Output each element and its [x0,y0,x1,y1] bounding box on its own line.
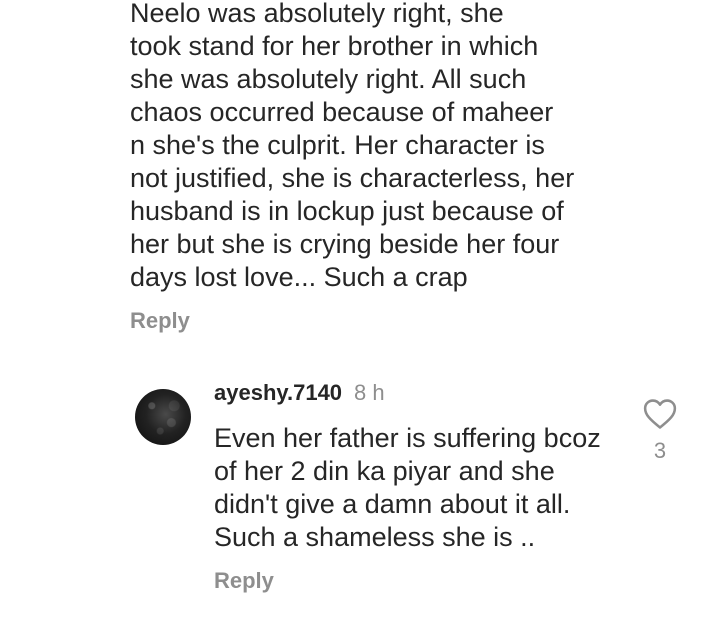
parent-comment-text: Neelo was absolutely right, she took sta… [130,0,600,294]
like-count: 3 [653,438,667,463]
parent-comment-line: she was absolutely right. All such [130,64,527,94]
reply-button[interactable]: Reply [214,568,274,594]
reply-comment-line: of her 2 din ka piyar and she [214,456,555,486]
reply-comment-line: didn't give a damn about it all. [214,489,571,519]
parent-comment-line: husband is in lockup just because of [130,196,564,226]
avatar[interactable] [135,389,191,445]
parent-comment-line: n she's the culprit. Her character is [130,130,545,160]
parent-comment-line: days lost love... Such a crap [130,262,468,292]
parent-comment-line: her but she is crying beside her four [130,229,560,259]
reply-header: ayeshy.7140 8 h [214,380,385,406]
parent-comment-line: Neelo was absolutely right, she [130,0,504,28]
parent-reply-button[interactable]: Reply [130,308,190,334]
parent-comment-line: took stand for her brother in which [130,31,539,61]
username-link[interactable]: ayeshy.7140 [214,380,342,406]
parent-comment-line: chaos occurred because of maheer [130,97,554,127]
reply-comment-line: Even her father is suffering bcoz [214,423,601,453]
reply-comment-line: Such a shameless she is .. [214,522,536,552]
like-area: 3 [640,398,680,464]
heart-outline-icon[interactable] [643,398,677,430]
parent-comment-line: not justified, she is characterless, her [130,163,575,193]
reply-comment-text: Even her father is suffering bcoz of her… [214,422,634,554]
timestamp: 8 h [354,380,385,405]
avatar-image [135,389,191,445]
